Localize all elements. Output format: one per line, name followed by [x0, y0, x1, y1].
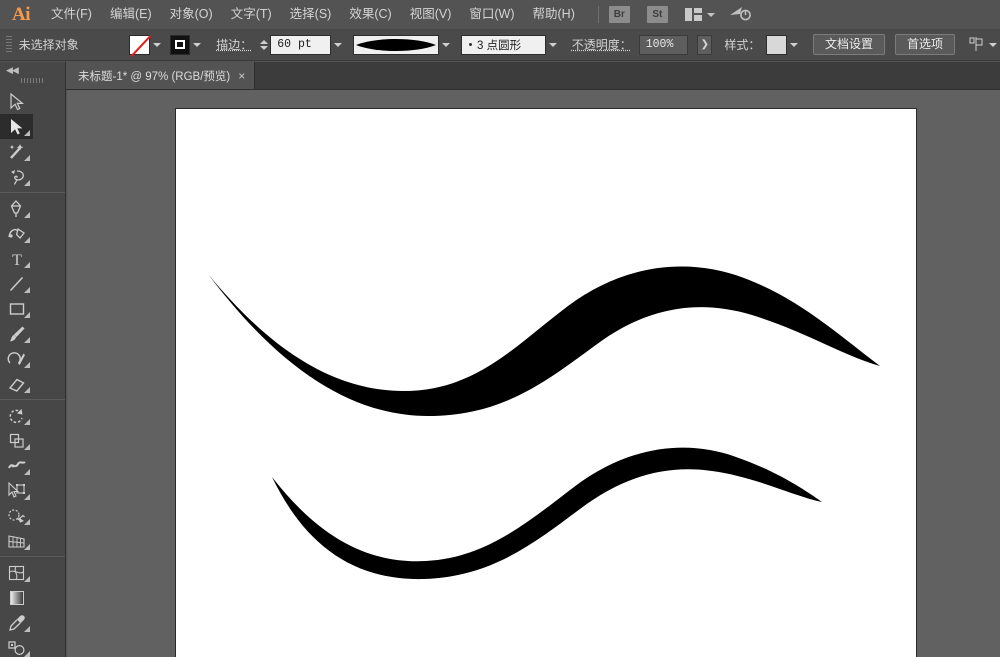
- profile-dot-icon: [469, 43, 473, 46]
- tools-panel-header: ◀◀: [0, 62, 65, 76]
- menu-window[interactable]: 窗口(W): [460, 0, 523, 29]
- selection-status: 未选择对象: [18, 38, 79, 52]
- stock-button[interactable]: St: [646, 6, 668, 23]
- tool-selection[interactable]: [0, 89, 33, 114]
- brush-preview[interactable]: [352, 34, 440, 55]
- collapse-panel-icon[interactable]: ◀◀: [6, 65, 19, 76]
- tool-line-segment[interactable]: [0, 271, 33, 296]
- workspace-switcher-icon: [684, 8, 702, 21]
- style-chevron-icon[interactable]: [787, 35, 801, 55]
- document-tab[interactable]: 未标题-1* @ 97% (RGB/预览) ×: [66, 62, 256, 89]
- menu-bar: Ai 文件(F) 编辑(E) 对象(O) 文字(T) 选择(S) 效果(C) 视…: [0, 0, 1000, 29]
- menu-view[interactable]: 视图(V): [401, 0, 461, 29]
- tools-divider-2: [0, 399, 65, 400]
- calligraphic-brush-preview: [356, 38, 436, 51]
- menu-edit[interactable]: 编辑(E): [101, 0, 161, 29]
- artboard[interactable]: [175, 108, 917, 657]
- preferences-button[interactable]: 首选项: [895, 34, 956, 55]
- control-bar: 未选择对象 描边： 60 pt 3 点圆形 不透明度： 100% ❯ 样式： 文…: [0, 29, 1000, 61]
- workspace-switcher[interactable]: [684, 8, 715, 21]
- tool-perspective-grid[interactable]: [0, 528, 33, 553]
- document-tab-bar: 未标题-1* @ 97% (RGB/预览) ×: [0, 62, 1000, 90]
- stroke-label: 描边：: [216, 38, 253, 52]
- tools-grid: T: [0, 89, 65, 657]
- document-setup-button[interactable]: 文档设置: [813, 34, 886, 55]
- tools-panel: ◀◀ T: [0, 62, 66, 657]
- align-chevron-icon[interactable]: [986, 35, 1000, 55]
- tool-free-transform[interactable]: [0, 478, 33, 503]
- tool-direct-selection[interactable]: [0, 114, 33, 139]
- tools-panel-grip[interactable]: [20, 76, 45, 85]
- tool-paintbrush[interactable]: [0, 321, 33, 346]
- fill-swatch-chevron-icon[interactable]: [150, 35, 164, 55]
- menu-object[interactable]: 对象(O): [161, 0, 222, 29]
- brush-stroke-top[interactable]: [208, 266, 880, 416]
- menubar-divider: [597, 6, 599, 23]
- opacity-expand-arrow-icon[interactable]: ❯: [697, 34, 713, 55]
- stroke-swatch-chevron-icon[interactable]: [190, 35, 204, 55]
- chevron-down-icon: [706, 12, 715, 17]
- menu-file[interactable]: 文件(F): [42, 0, 101, 29]
- style-swatch[interactable]: [766, 34, 788, 55]
- tool-lasso[interactable]: [0, 164, 33, 189]
- menu-effect[interactable]: 效果(C): [340, 0, 400, 29]
- stroke-swatch[interactable]: [169, 34, 191, 55]
- tool-shape-builder[interactable]: [0, 503, 33, 528]
- close-icon[interactable]: ×: [238, 69, 245, 83]
- stroke-width-chevron-icon[interactable]: [331, 35, 345, 55]
- tool-curvature[interactable]: [0, 221, 33, 246]
- brush-stroke-bottom[interactable]: [272, 447, 822, 580]
- align-distribute-icon[interactable]: [969, 37, 986, 52]
- app-logo: Ai: [12, 3, 31, 25]
- cloud-sync-icon[interactable]: [729, 5, 751, 25]
- tool-blend[interactable]: [0, 635, 33, 657]
- tool-mesh[interactable]: [0, 560, 33, 585]
- opacity-label: 不透明度：: [571, 38, 632, 52]
- tools-divider-3: [0, 556, 65, 557]
- tool-rotate[interactable]: [0, 403, 33, 428]
- stroke-profile-preview[interactable]: 3 点圆形: [461, 34, 546, 55]
- menu-select[interactable]: 选择(S): [281, 0, 341, 29]
- tool-scale[interactable]: [0, 428, 33, 453]
- tool-eyedropper[interactable]: [0, 610, 33, 635]
- tools-divider: [0, 192, 65, 193]
- tool-gradient[interactable]: [0, 585, 33, 610]
- tool-eraser[interactable]: [0, 371, 33, 396]
- stroke-width-stepper[interactable]: [260, 39, 269, 50]
- style-label: 样式：: [724, 38, 761, 52]
- brush-chevron-icon[interactable]: [439, 35, 453, 55]
- tool-magic-wand[interactable]: [0, 139, 33, 164]
- artwork-layer: [208, 266, 880, 580]
- tool-rectangle[interactable]: [0, 296, 33, 321]
- stroke-profile-label: 3 点圆形: [477, 39, 522, 52]
- bridge-button[interactable]: Br: [608, 6, 630, 23]
- opacity-input[interactable]: 100%: [638, 34, 689, 55]
- tool-shaper[interactable]: [0, 346, 33, 371]
- tool-pen[interactable]: [0, 196, 33, 221]
- tool-type[interactable]: T: [0, 246, 33, 271]
- svg-text:T: T: [12, 252, 22, 268]
- canvas-area[interactable]: [67, 90, 1000, 657]
- document-tab-label: 未标题-1* @ 97% (RGB/预览): [78, 70, 231, 83]
- menu-type[interactable]: 文字(T): [222, 0, 281, 29]
- profile-chevron-icon[interactable]: [546, 35, 560, 55]
- illustrator-window: Ai 文件(F) 编辑(E) 对象(O) 文字(T) 选择(S) 效果(C) 视…: [0, 0, 1000, 657]
- control-bar-grip[interactable]: [6, 35, 12, 54]
- stroke-width-input[interactable]: 60 pt: [270, 34, 331, 55]
- menu-help[interactable]: 帮助(H): [524, 0, 584, 29]
- fill-swatch[interactable]: [128, 34, 150, 55]
- tool-width[interactable]: [0, 453, 33, 478]
